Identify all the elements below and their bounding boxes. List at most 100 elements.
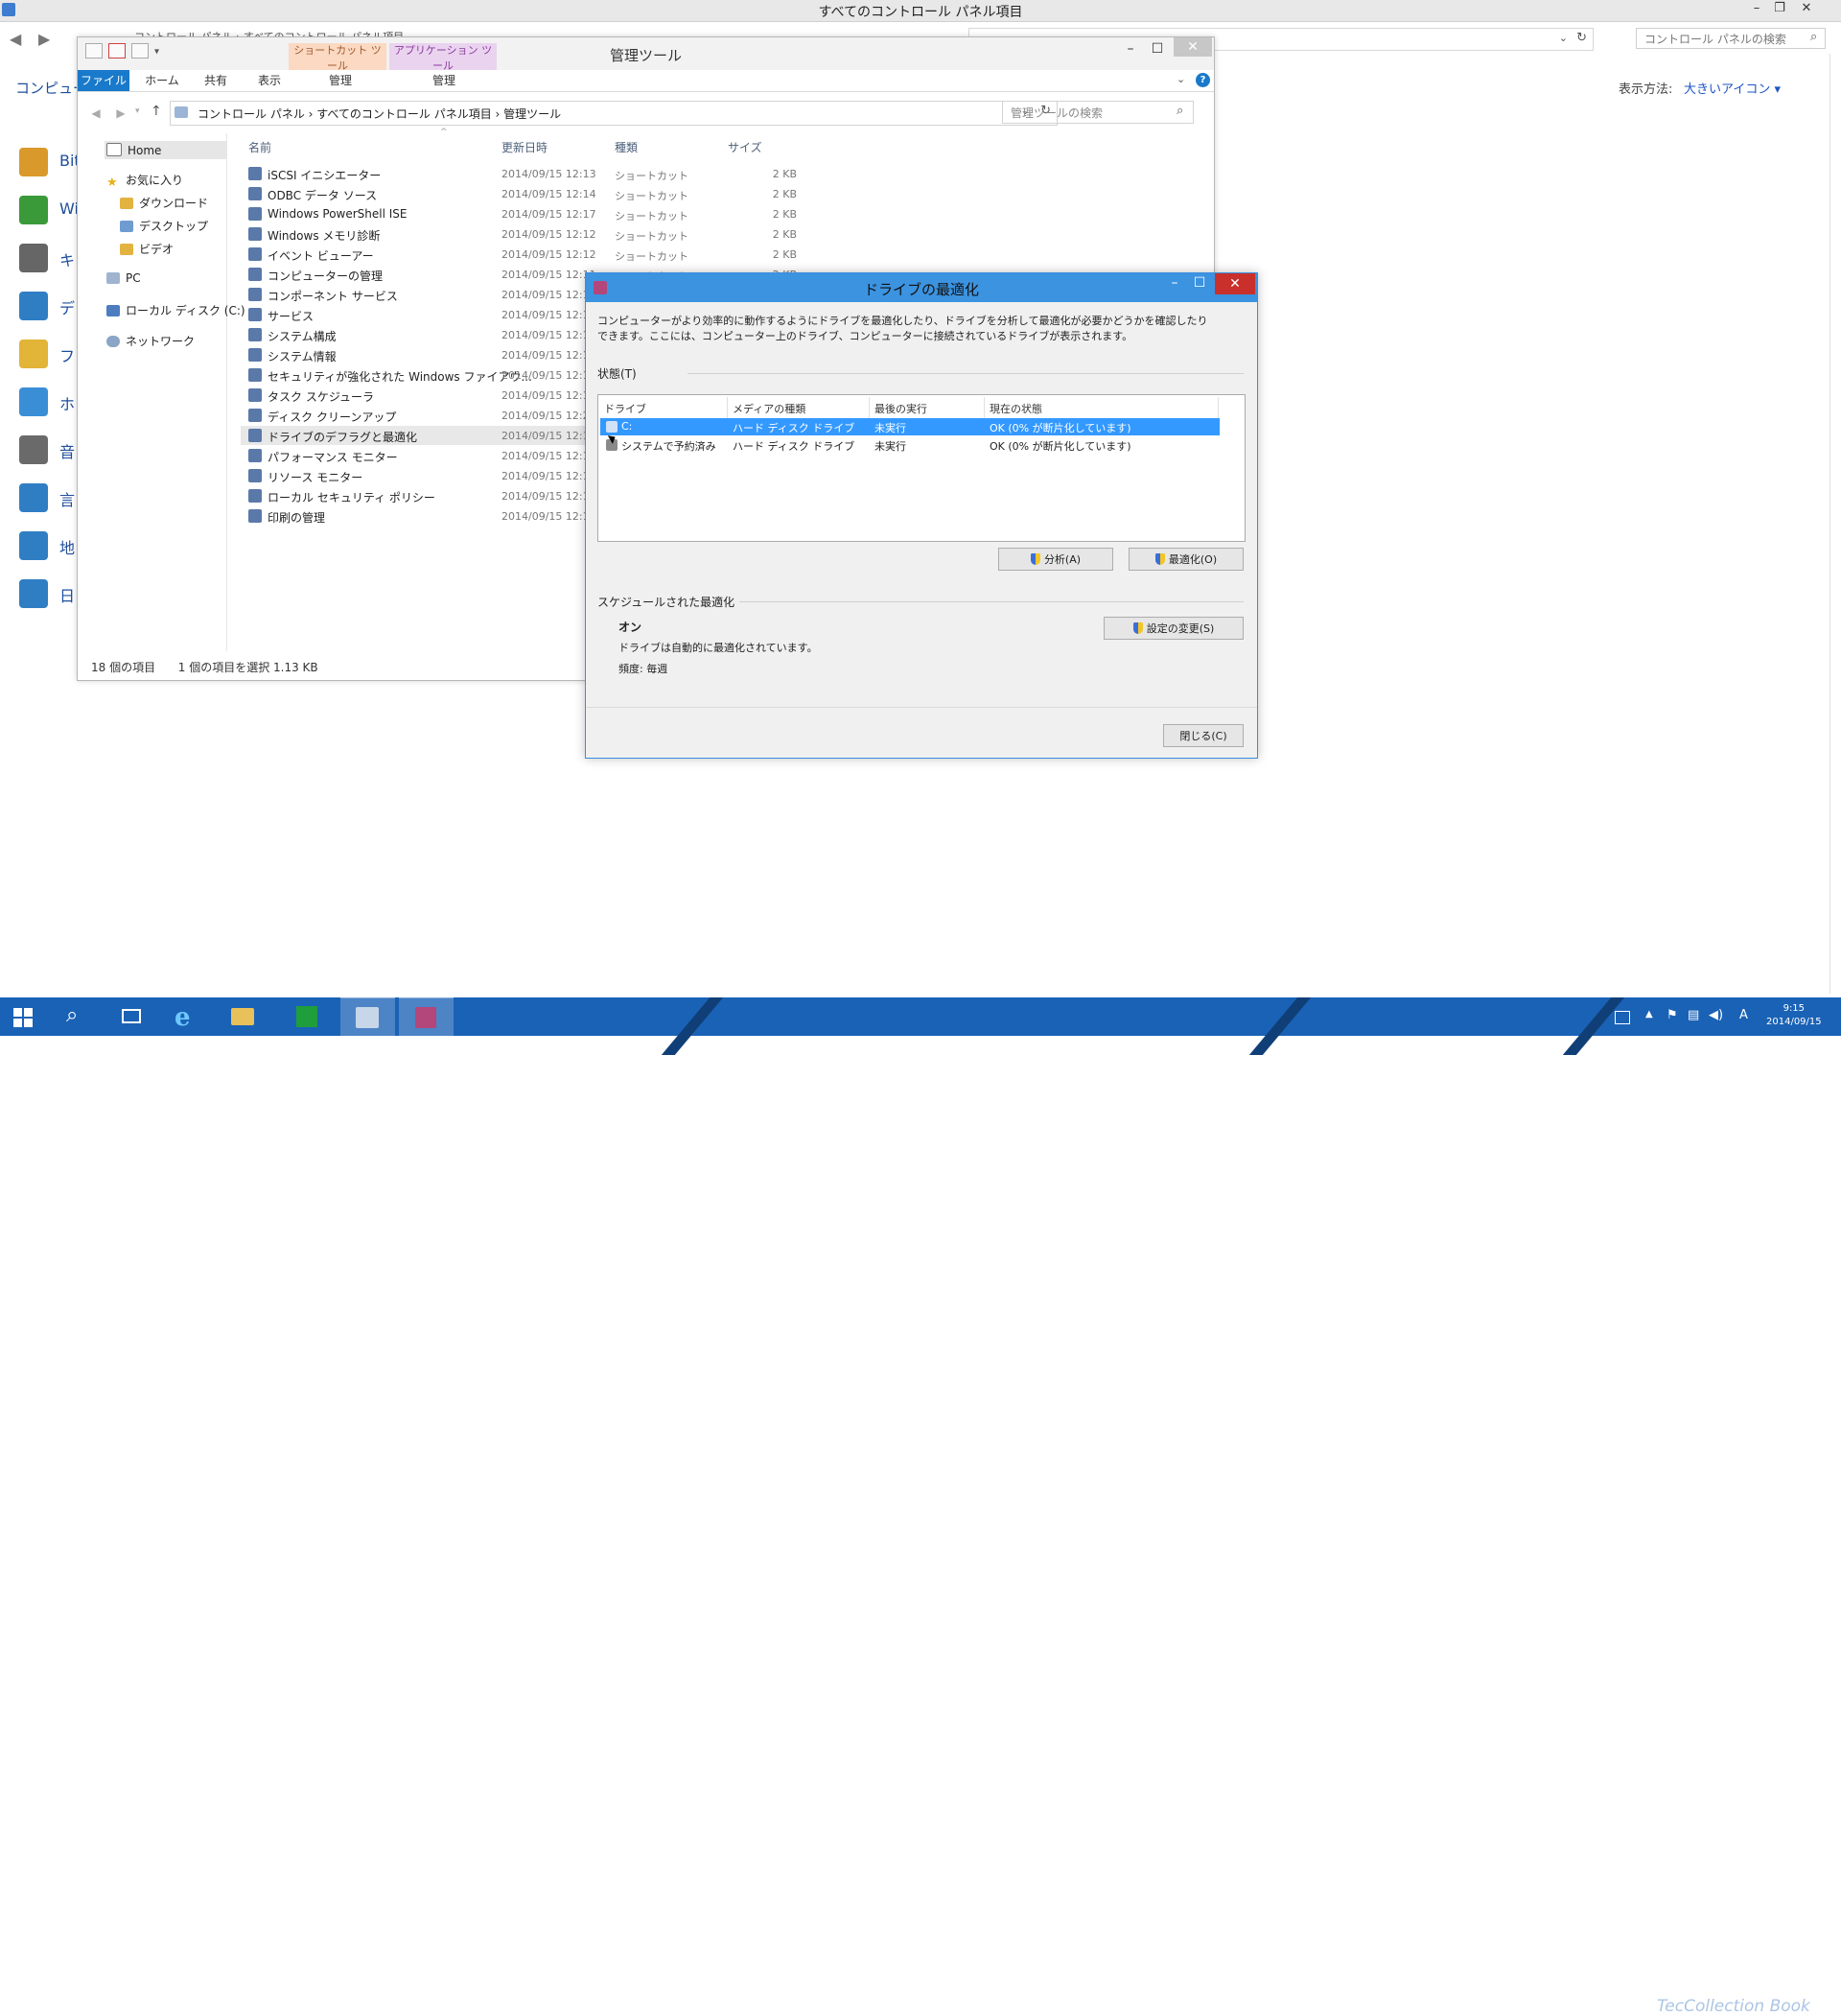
file-row[interactable]: Windows PowerShell ISE 2014/09/15 12:17 ショ… (241, 204, 1200, 223)
tab-home[interactable]: ホーム (137, 70, 187, 91)
up-arrow-icon[interactable]: ↑ (151, 104, 162, 119)
drive-row-system-reserved[interactable]: システムで予約済み ハード ディスク ドライブ 未実行 OK (0% が断片化し… (600, 436, 1220, 454)
explorer-search-input[interactable]: 管理ツールの検索 (1002, 101, 1194, 124)
recent-locations-icon[interactable]: ▾ (135, 106, 140, 116)
control-panel-item[interactable]: 音 (15, 435, 82, 464)
explorer-forward-icon[interactable]: ▶ (112, 105, 129, 122)
column-divider[interactable] (984, 397, 985, 418)
file-row[interactable]: イベント ビューアー 2014/09/15 12:12 ショートカット 2 KB (241, 245, 1200, 264)
network-icon[interactable]: ▤ (1688, 1008, 1699, 1022)
nav-item-pc[interactable]: PC (106, 271, 141, 285)
explorer-minimize-button[interactable]: – (1117, 41, 1144, 62)
drive-row-c[interactable]: C: ハード ディスク ドライブ 未実行 OK (0% が断片化しています) (600, 418, 1220, 435)
nav-item-videos[interactable]: ビデオ (120, 241, 174, 257)
ribbon-expand-icon[interactable]: ⌄ (1177, 73, 1185, 85)
file-row[interactable]: ODBC データ ソース 2014/09/15 12:14 ショートカット 2 KB (241, 184, 1200, 203)
volume-icon[interactable]: ◀) (1709, 1008, 1723, 1022)
column-header-status[interactable]: 現在の状態 (990, 401, 1042, 416)
taskbar-optimize-drives[interactable] (399, 997, 454, 1036)
start-button[interactable] (0, 997, 48, 1036)
forward-arrow-icon[interactable]: ▶ (38, 30, 50, 48)
nav-item-desktop[interactable]: デスクトップ (120, 218, 208, 234)
control-panel-item-label: ホ (59, 395, 76, 413)
action-center-flag-icon[interactable]: ⚑ (1666, 1008, 1678, 1022)
column-header-name[interactable]: 名前 (248, 139, 271, 155)
control-panel-search-input[interactable]: コントロール パネルの検索 (1636, 28, 1826, 49)
nav-item-local-disk[interactable]: ローカル ディスク (C:) (106, 302, 245, 318)
restore-button[interactable]: ❐ (1770, 1, 1789, 18)
taskbar-control-panel[interactable] (340, 997, 395, 1036)
optimize-drives-dialog: ドライブの最適化 – ☐ ✕ コンピューターがより効率的に動作するようにドライブ… (585, 272, 1258, 759)
column-divider[interactable] (1218, 397, 1219, 418)
column-header-last-run[interactable]: 最後の実行 (874, 401, 927, 416)
control-panel-item-label: フ (59, 347, 76, 365)
control-panel-item[interactable]: Bit (15, 148, 82, 176)
search-icon[interactable]: ⌕ (1810, 30, 1817, 44)
column-header-media[interactable]: メディアの種類 (733, 401, 805, 416)
taskbar-internet-explorer[interactable]: e (163, 997, 211, 1036)
nav-item-network[interactable]: ネットワーク (106, 333, 195, 349)
explorer-maximize-button[interactable]: ☐ (1144, 41, 1171, 62)
control-panel-item[interactable]: 言 (15, 483, 82, 512)
dialog-close-button[interactable]: ✕ (1215, 273, 1255, 294)
control-panel-item[interactable]: デ (15, 292, 82, 320)
nav-item-downloads[interactable]: ダウンロード (120, 195, 208, 211)
tray-clock[interactable]: 9:15 2014/09/15 (1766, 1002, 1822, 1029)
ime-indicator[interactable]: A (1739, 1008, 1748, 1022)
explorer-close-button[interactable]: ✕ (1174, 37, 1212, 57)
dialog-minimize-button[interactable]: – (1161, 275, 1188, 294)
keyboard-icon[interactable] (1615, 1011, 1630, 1024)
nav-item-home[interactable]: Home (105, 141, 227, 159)
column-divider[interactable] (727, 397, 728, 418)
view-by-label: 表示方法: (1619, 82, 1673, 97)
control-panel-item[interactable]: フ (15, 340, 82, 368)
file-date: 2014/09/15 12:17 (501, 510, 596, 523)
task-view-button[interactable] (107, 997, 155, 1036)
control-panel-item[interactable]: 地 (15, 531, 82, 560)
explorer-back-icon[interactable]: ◀ (87, 105, 105, 122)
explorer-search-icon[interactable]: ⌕ (1177, 104, 1183, 118)
taskbar-search-button[interactable]: ⌕ (53, 997, 101, 1036)
tab-manage-app[interactable]: 管理 (398, 70, 490, 91)
file-type: ショートカット (615, 190, 688, 202)
column-divider[interactable] (869, 397, 870, 418)
column-header-drive[interactable]: ドライブ (604, 401, 646, 416)
chevron-down-icon[interactable]: ⌄ (1559, 32, 1568, 44)
file-row[interactable]: Windows メモリ診断 2014/09/15 12:12 ショートカット 2 KB (241, 224, 1200, 244)
minimize-button[interactable]: – (1747, 1, 1766, 18)
column-header-type[interactable]: 種類 (615, 139, 638, 155)
file-date: 2014/09/15 12:11 (501, 269, 596, 281)
taskbar-file-explorer[interactable] (219, 997, 267, 1036)
control-panel-item[interactable]: キ (15, 244, 82, 272)
change-settings-button[interactable]: 設定の変更(S) (1104, 617, 1244, 640)
show-hidden-icons-icon[interactable]: ▲ (1645, 1009, 1653, 1020)
explorer-address-bar[interactable]: コントロール パネル › すべてのコントロール パネル項目 › 管理ツール ⌄ … (170, 101, 1058, 126)
dialog-maximize-button[interactable]: ☐ (1186, 275, 1213, 294)
address-path[interactable]: コントロール パネル › すべてのコントロール パネル項目 › 管理ツール (198, 105, 561, 122)
analyze-button-label: 分析(A) (1043, 553, 1082, 566)
control-panel-item[interactable]: Wi (15, 196, 82, 224)
column-header-date[interactable]: 更新日時 (501, 139, 548, 155)
taskbar-decoration (1248, 997, 1312, 1055)
tab-manage-shortcut[interactable]: 管理 (300, 70, 381, 91)
help-icon[interactable]: ? (1196, 73, 1210, 87)
nav-item-favorites[interactable]: ★ お気に入り (106, 172, 183, 189)
view-by-dropdown[interactable]: 大きいアイコン ▾ (1684, 79, 1781, 97)
tab-view[interactable]: 表示 (245, 70, 294, 91)
tab-share[interactable]: 共有 (191, 70, 241, 91)
optimize-button[interactable]: 最適化(O) (1129, 548, 1244, 571)
file-row[interactable]: iSCSI イニシエーター 2014/09/15 12:13 ショートカット 2 KB (241, 164, 1200, 183)
analyze-button[interactable]: 分析(A) (998, 548, 1113, 571)
back-arrow-icon[interactable]: ◀ (10, 30, 21, 48)
control-panel-item[interactable]: 日 (15, 579, 82, 608)
control-panel-titlebar: すべてのコントロール パネル項目 – ❐ ✕ (0, 0, 1841, 22)
tab-file[interactable]: ファイル (78, 70, 129, 91)
close-button[interactable]: ✕ (1797, 1, 1816, 18)
refresh-icon[interactable]: ↻ (1576, 31, 1587, 45)
close-button[interactable]: 閉じる(C) (1163, 724, 1244, 747)
column-header-size[interactable]: サイズ (728, 139, 762, 155)
control-panel-item-label: 日 (59, 587, 76, 605)
control-panel-item[interactable]: ホ (15, 387, 82, 416)
taskbar-store[interactable] (283, 997, 331, 1036)
file-name: ローカル セキュリティ ポリシー (268, 491, 435, 504)
